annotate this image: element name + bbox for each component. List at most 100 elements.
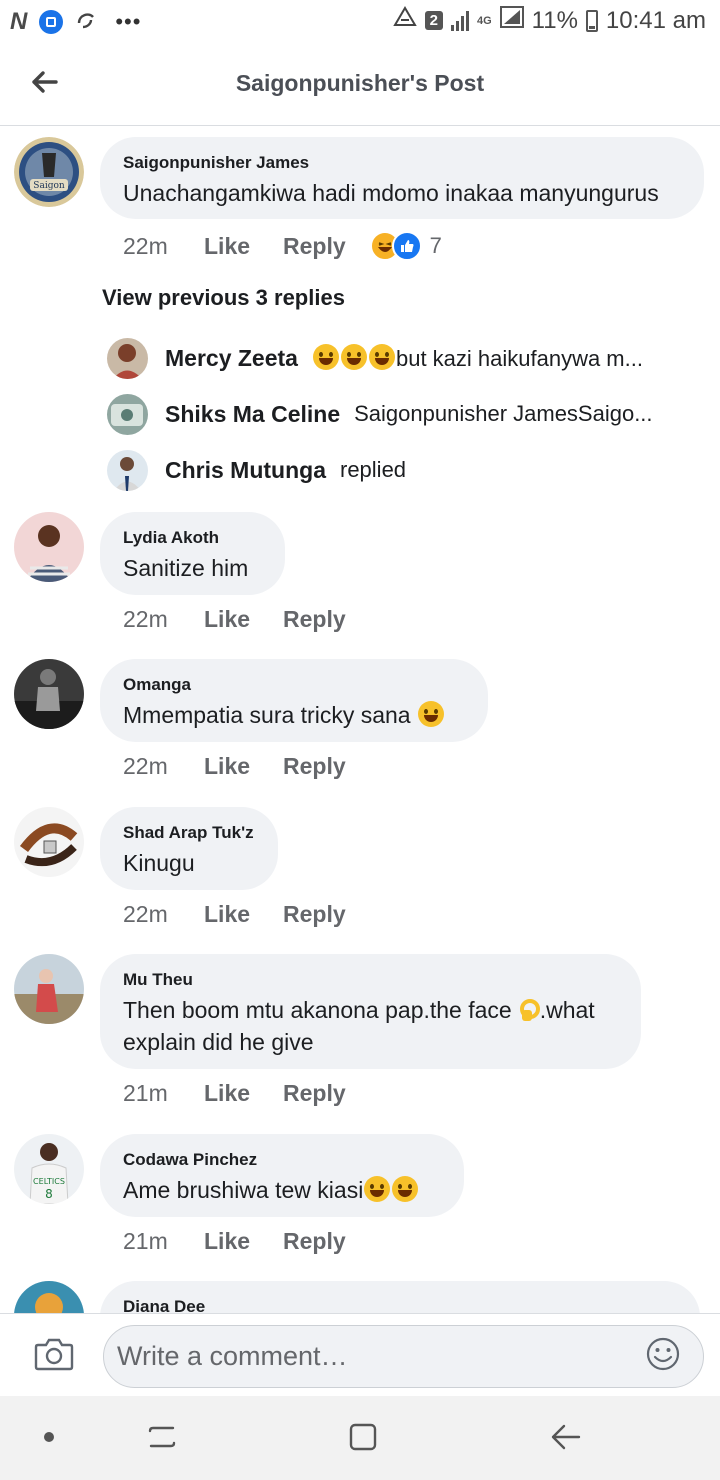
comment-bubble[interactable]: Omanga Mmempatia sura tricky sana	[100, 659, 488, 742]
comment-author[interactable]: Saigonpunisher James	[123, 153, 682, 173]
reply-author[interactable]: Chris Mutunga	[165, 457, 326, 484]
comment-actions: 21m Like Reply	[123, 1080, 346, 1107]
comment-author[interactable]: Codawa Pinchez	[123, 1150, 442, 1170]
home-icon	[349, 1423, 377, 1451]
emoji-picker-button[interactable]	[645, 1336, 681, 1372]
sync-icon	[75, 9, 97, 36]
view-previous-replies-link[interactable]: View previous 3 replies	[102, 285, 345, 311]
grinning-emoji-icon	[368, 344, 395, 370]
reactions-summary[interactable]: 7	[369, 231, 442, 261]
comment-bubble[interactable]: Mu Theu Then boom mtu akanona pap.the fa…	[100, 954, 641, 1069]
camera-button[interactable]	[34, 1336, 74, 1372]
comment-actions: 22m Like Reply	[123, 606, 346, 633]
reply-text: but kazi haikufanywa m...	[312, 344, 643, 372]
reaction-count: 7	[429, 233, 442, 258]
like-button[interactable]: Like	[204, 901, 283, 928]
reply-button[interactable]: Reply	[283, 233, 346, 260]
comment-bubble[interactable]: Lydia Akoth Sanitize him	[100, 512, 285, 595]
comment-author[interactable]: Lydia Akoth	[123, 528, 263, 548]
notification-app-icon	[39, 10, 64, 34]
comments-list: Saigon Saigonpunisher James Unachangamki…	[0, 127, 720, 1313]
reply-button[interactable]: Reply	[283, 753, 346, 780]
camera-icon	[34, 1338, 74, 1371]
reply-button[interactable]: Reply	[283, 1080, 346, 1107]
comment-time[interactable]: 22m	[123, 606, 204, 633]
comment-actions: 22m Like Reply	[123, 901, 346, 928]
avatar[interactable]	[14, 1281, 84, 1313]
comment-input[interactable]	[103, 1325, 704, 1388]
avatar[interactable]	[107, 393, 148, 435]
signal-box-icon	[499, 6, 524, 35]
comment-actions: 21m Like Reply	[123, 1228, 346, 1255]
comment-time[interactable]: 22m	[123, 901, 204, 928]
comment-time[interactable]: 22m	[123, 753, 204, 780]
comment-text: Then boom mtu akanona pap.the face .what …	[123, 996, 595, 1055]
comment-composer	[0, 1313, 720, 1396]
avatar[interactable]	[14, 807, 84, 877]
reply-author[interactable]: Mercy Zeeta	[165, 345, 298, 372]
rofl-emoji-icon	[392, 1176, 419, 1202]
recent-apps-button[interactable]	[145, 1420, 179, 1454]
avatar[interactable]	[14, 954, 84, 1024]
comment-bubble[interactable]: Shad Arap Tuk'z Kinugu	[100, 807, 278, 890]
reply-preview[interactable]: Shiks Ma Celine Saigonpunisher JamesSaig…	[107, 393, 697, 435]
avatar[interactable]: Saigon	[14, 137, 84, 207]
avatar[interactable]	[107, 337, 148, 379]
comment-author[interactable]: Omanga	[123, 675, 466, 695]
ok-hand-emoji-icon	[513, 996, 540, 1022]
like-button[interactable]: Like	[204, 1080, 283, 1107]
comment-actions: 22m Like Reply 7	[123, 231, 442, 261]
comment-text: Ame brushiwa tew kiasi	[123, 1174, 442, 1206]
comment-time[interactable]: 21m	[123, 1080, 204, 1107]
comment-bubble[interactable]: Codawa Pinchez Ame brushiwa tew kiasi	[100, 1134, 464, 1217]
battery-icon	[585, 9, 598, 32]
comment-bubble[interactable]: Saigonpunisher James Unachangamkiwa hadi…	[100, 137, 704, 219]
comment-text: Unachangamkiwa hadi mdomo inakaa manyung…	[123, 180, 659, 206]
reply-button[interactable]: Reply	[283, 1228, 346, 1255]
reply-preview[interactable]: Mercy Zeeta but kazi haikufanywa m...	[107, 337, 697, 379]
comment-bubble[interactable]: Diana Dee	[100, 1281, 700, 1313]
comment-author[interactable]: Shad Arap Tuk'z	[123, 823, 256, 843]
like-button[interactable]: Like	[204, 1228, 283, 1255]
avatar[interactable]	[107, 449, 148, 491]
like-button[interactable]: Like	[204, 233, 283, 260]
smiley-icon	[646, 1337, 680, 1371]
recycle-icon	[392, 6, 417, 35]
svg-text:CELTICS: CELTICS	[33, 1177, 65, 1186]
like-button[interactable]: Like	[204, 753, 283, 780]
home-button[interactable]	[346, 1420, 380, 1454]
rofl-emoji-icon	[364, 1176, 391, 1202]
post-header: Saigonpunisher's Post	[0, 44, 720, 126]
svg-text:8: 8	[45, 1187, 53, 1201]
status-bar: N ••• 2 4G 11% 10:41 am	[0, 0, 720, 44]
nav-dot-icon[interactable]	[44, 1432, 54, 1442]
page-title: Saigonpunisher's Post	[235, 70, 485, 96]
reply-button[interactable]: Reply	[283, 901, 346, 928]
back-nav-icon	[551, 1424, 581, 1450]
comment-actions: 22m Like Reply	[123, 753, 346, 780]
like-button[interactable]: Like	[204, 606, 283, 633]
system-back-button[interactable]	[548, 1420, 582, 1454]
reply-button[interactable]: Reply	[283, 606, 346, 633]
reply-author[interactable]: Shiks Ma Celine	[165, 401, 340, 428]
grinning-emoji-icon	[340, 344, 367, 370]
avatar[interactable]: CELTICS 8	[14, 1134, 84, 1204]
signal-icon	[450, 10, 469, 31]
comment-author[interactable]: Diana Dee	[123, 1297, 678, 1313]
comment-text: Kinugu	[123, 850, 195, 876]
avatar[interactable]	[14, 512, 84, 582]
comment-author[interactable]: Mu Theu	[123, 970, 619, 990]
reply-preview[interactable]: Chris Mutunga replied	[107, 449, 697, 491]
reply-text: Saigonpunisher JamesSaigo...	[354, 401, 653, 426]
avatar[interactable]	[14, 659, 84, 729]
comment-time[interactable]: 22m	[123, 233, 204, 260]
more-notifications-icon: •••	[115, 9, 142, 34]
sim-badge: 2	[424, 11, 443, 30]
svg-text:Saigon: Saigon	[33, 181, 65, 191]
grinning-emoji-icon	[312, 344, 339, 370]
laughing-emoji-icon	[417, 701, 444, 727]
clock: 10:41 am	[605, 6, 706, 34]
comment-text: Sanitize him	[123, 555, 249, 581]
comment-time[interactable]: 21m	[123, 1228, 204, 1255]
comment-text: Mmempatia sura tricky sana	[123, 699, 466, 731]
